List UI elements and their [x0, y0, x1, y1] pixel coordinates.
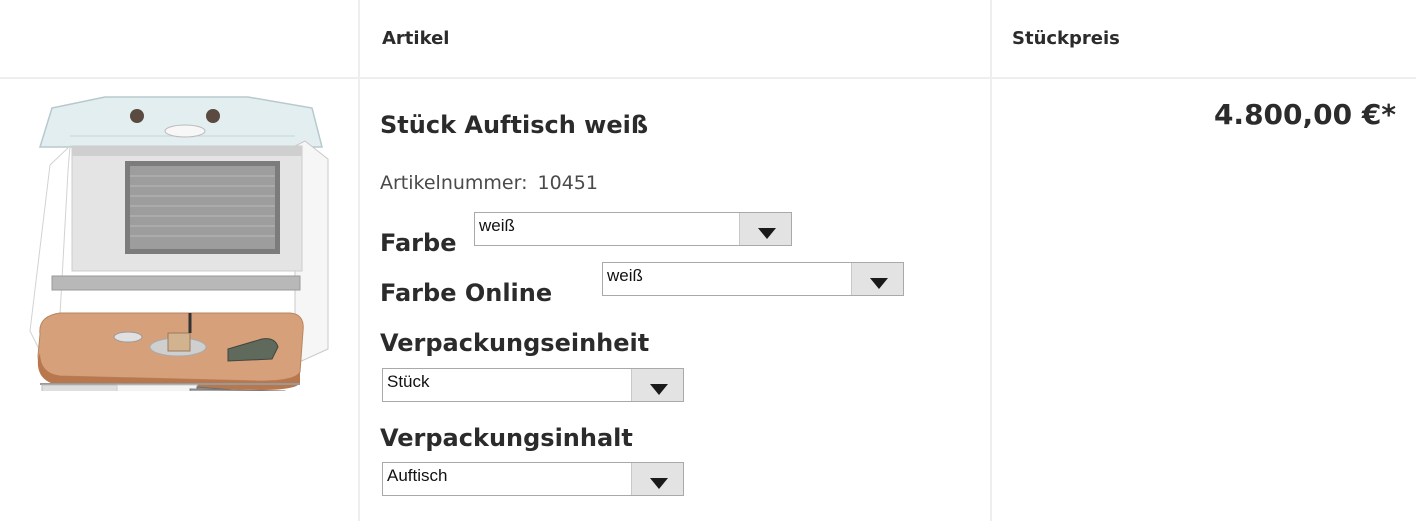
farbe-label: Farbe	[380, 229, 457, 257]
chevron-down-icon	[758, 228, 776, 239]
cart-table: Artikel Stückpreis Stück Auftisch weiß A…	[0, 0, 1416, 521]
column-header-unit-price: Stückpreis	[1012, 28, 1120, 49]
farbe-online-select[interactable]: weiß	[602, 262, 904, 296]
product-image-cell	[0, 79, 358, 521]
dropdown-button[interactable]	[739, 213, 791, 245]
dropdown-button[interactable]	[631, 369, 683, 401]
chevron-down-icon	[870, 278, 888, 289]
verpackungseinheit-select[interactable]: Stück	[382, 368, 684, 402]
farbe-online-selected-value: weiß	[607, 266, 643, 285]
farbe-online-label: Farbe Online	[380, 279, 553, 307]
verpackungseinheit-label: Verpackungseinheit	[380, 329, 650, 357]
verpackungsinhalt-select[interactable]: Auftisch	[382, 462, 684, 496]
chevron-down-icon	[650, 478, 668, 489]
product-title[interactable]: Stück Auftisch weiß	[380, 111, 648, 139]
product-image[interactable]	[0, 91, 358, 391]
dropdown-button[interactable]	[851, 263, 903, 295]
chevron-down-icon	[650, 384, 668, 395]
farbe-selected-value: weiß	[479, 216, 515, 235]
verpackungsinhalt-selected-value: Auftisch	[387, 466, 448, 485]
farbe-select[interactable]: weiß	[474, 212, 792, 246]
verpackungseinheit-selected-value: Stück	[387, 372, 430, 391]
article-number-label: Artikelnummer:	[380, 172, 528, 194]
verpackungsinhalt-label: Verpackungsinhalt	[380, 424, 633, 452]
price-cell: 4.800,00 €*	[992, 79, 1416, 521]
article-number: Artikelnummer: 10451	[380, 172, 598, 194]
article-cell: Stück Auftisch weiß Artikelnummer: 10451 …	[360, 79, 990, 521]
dropdown-button[interactable]	[631, 463, 683, 495]
unit-price: 4.800,00 €*	[1213, 98, 1396, 131]
article-number-value: 10451	[537, 172, 598, 194]
column-header-article: Artikel	[382, 28, 450, 49]
